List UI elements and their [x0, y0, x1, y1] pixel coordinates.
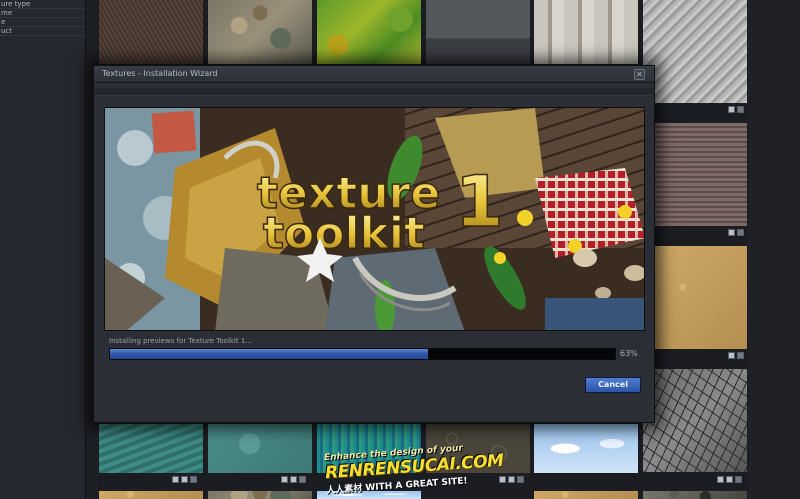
info-icon[interactable] — [499, 476, 506, 483]
install-progress-percent: 63% — [620, 349, 638, 358]
info-icon[interactable] — [717, 476, 724, 483]
install-progress-fill — [110, 349, 429, 359]
install-progress-bar — [109, 348, 616, 360]
right-strip — [748, 0, 800, 499]
thumbnail-icon-bar — [281, 476, 306, 485]
close-icon[interactable]: ✕ — [634, 69, 645, 80]
info-icon[interactable] — [281, 476, 288, 483]
expand-icon[interactable] — [728, 229, 735, 236]
info-icon[interactable] — [172, 476, 179, 483]
left-panel-row[interactable]: me — [0, 9, 85, 18]
texture-thumbnail[interactable] — [534, 0, 638, 64]
left-properties-panel: ure type me e uct — [0, 0, 86, 499]
add-icon[interactable] — [517, 476, 524, 483]
texture-thumbnail[interactable] — [643, 369, 747, 472]
texture-thumbnail[interactable] — [99, 424, 203, 473]
thumbnail-icon-bar — [728, 229, 744, 238]
texture-thumbnail[interactable] — [317, 0, 421, 64]
installation-wizard-dialog: Textures - Installation Wizard ✕ texture… — [93, 65, 655, 423]
expand-icon[interactable] — [728, 352, 735, 359]
add-icon[interactable] — [735, 476, 742, 483]
dialog-header-strip — [94, 88, 654, 96]
add-icon[interactable] — [190, 476, 197, 483]
dialog-titlebar[interactable]: Textures - Installation Wizard ✕ — [94, 66, 654, 83]
texture-thumbnail[interactable] — [643, 491, 747, 499]
left-panel-row[interactable]: e — [0, 18, 85, 27]
texture-thumbnail[interactable] — [426, 0, 530, 64]
texture-thumbnail[interactable] — [534, 424, 638, 473]
texture-thumbnail[interactable] — [208, 0, 312, 64]
thumbnail-icon-bar — [172, 476, 197, 485]
texture-thumbnail[interactable] — [655, 246, 747, 349]
texture-browser-app: ure type me e uct Enhance the design of … — [0, 0, 800, 499]
texture-thumbnail[interactable] — [655, 123, 747, 226]
thumbnail-icon-bar — [717, 476, 742, 485]
dialog-title: Textures - Installation Wizard — [102, 69, 218, 78]
add-icon[interactable] — [737, 229, 744, 236]
expand-icon[interactable] — [728, 106, 735, 113]
add-icon[interactable] — [737, 352, 744, 359]
expand-icon[interactable] — [726, 476, 733, 483]
add-icon[interactable] — [737, 106, 744, 113]
texture-thumbnail[interactable] — [534, 491, 638, 499]
cancel-button[interactable]: Cancel — [585, 377, 641, 393]
texture-thumbnail[interactable] — [208, 491, 312, 499]
banner-title-number: 1 — [455, 161, 504, 243]
product-banner-image: texture toolkit 1 — [104, 107, 645, 331]
texture-thumbnail[interactable] — [643, 0, 747, 103]
install-status-text: Installing previews for Texture Toolkit … — [109, 337, 252, 345]
thumbnail-icon-bar — [728, 352, 744, 361]
thumbnail-icon-bar — [728, 106, 744, 115]
left-panel-row[interactable]: uct — [0, 27, 85, 36]
add-icon[interactable] — [299, 476, 306, 483]
banner-title-line2: toolkit — [263, 208, 425, 259]
texture-thumbnail[interactable] — [99, 491, 203, 499]
texture-thumbnail[interactable] — [99, 0, 203, 64]
expand-icon[interactable] — [290, 476, 297, 483]
left-panel-row[interactable]: ure type — [0, 0, 85, 9]
expand-icon[interactable] — [181, 476, 188, 483]
texture-thumbnail[interactable] — [208, 424, 312, 473]
expand-icon[interactable] — [508, 476, 515, 483]
thumbnail-icon-bar — [499, 476, 524, 485]
